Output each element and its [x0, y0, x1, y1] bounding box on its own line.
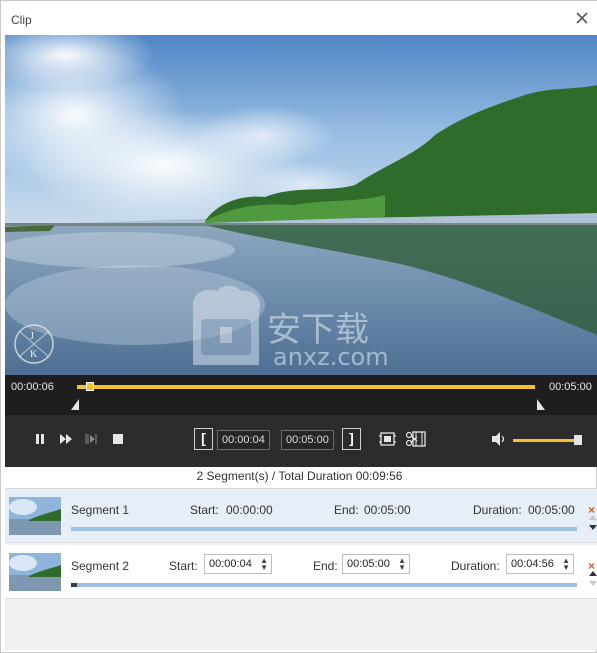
end-label: End:	[334, 503, 359, 517]
duration-value: 00:05:00	[528, 503, 575, 517]
timeline: 00:00:06 00:05:00	[5, 375, 597, 415]
move-down-icon[interactable]	[589, 525, 597, 530]
start-label: Start:	[169, 559, 198, 573]
video-preview[interactable]: J K 安下载 anxz.com	[5, 35, 597, 375]
pause-icon[interactable]	[35, 433, 45, 445]
segment-row[interactable]: Segment 2 Start: 00:00:04 ▲ ▼ End: 00:05:…	[5, 545, 597, 599]
window-title: Clip	[11, 13, 32, 27]
title-bar: Clip	[1, 1, 597, 35]
end-marker-icon[interactable]	[537, 399, 545, 410]
stop-icon[interactable]	[113, 434, 124, 445]
move-down-icon	[589, 581, 597, 586]
volume-icon[interactable]	[491, 431, 507, 447]
next-frame-icon[interactable]	[85, 433, 98, 445]
timeline-fill	[77, 385, 535, 389]
start-time-box[interactable]: 00:00:04	[217, 430, 270, 450]
segment-thumbnail	[9, 553, 61, 591]
move-up-icon	[589, 515, 597, 520]
split-clip-icon[interactable]	[405, 430, 427, 448]
svg-text:anxz.com: anxz.com	[273, 343, 389, 371]
duration-label: Duration:	[451, 559, 500, 573]
film-clip-icon[interactable]	[379, 431, 397, 447]
end-value: 00:05:00	[364, 503, 411, 517]
spinner-arrows-icon[interactable]: ▲ ▼	[398, 557, 406, 572]
start-marker-icon[interactable]	[71, 399, 79, 410]
segment-thumbnail	[9, 497, 61, 535]
set-end-button[interactable]: ]	[342, 428, 361, 450]
volume-knob[interactable]	[574, 435, 582, 445]
timeline-playhead[interactable]	[86, 382, 94, 391]
move-up-icon[interactable]	[589, 571, 597, 576]
start-time-input[interactable]: 00:00:04 ▲ ▼	[204, 554, 272, 574]
spinner-arrows-icon[interactable]: ▲ ▼	[260, 557, 268, 572]
spinner-arrows-icon[interactable]: ▲ ▼	[562, 557, 570, 572]
duration-input[interactable]: 00:04:56 ▲ ▼	[506, 554, 574, 574]
total-time: 00:05:00	[549, 381, 592, 393]
end-label: End:	[313, 559, 338, 573]
duration-label: Duration:	[473, 503, 522, 517]
segment-range-bar	[71, 583, 577, 587]
segment-row[interactable]: Segment 1 Start: 00:00:00 End: 00:05:00 …	[5, 489, 597, 543]
end-time-input[interactable]: 00:05:00 ▲ ▼	[342, 554, 410, 574]
segment-list: Segment 1 Start: 00:00:00 End: 00:05:00 …	[5, 488, 597, 650]
video-frame: J K 安下载 anxz.com	[5, 35, 597, 375]
start-value: 00:00:00	[226, 503, 273, 517]
close-icon[interactable]	[574, 10, 590, 26]
svg-text:K: K	[30, 349, 38, 360]
segment-name: Segment 1	[71, 503, 130, 517]
svg-text:J: J	[30, 331, 34, 342]
start-label: Start:	[190, 503, 219, 517]
end-time-box[interactable]: 00:05:00	[281, 430, 334, 450]
volume-slider[interactable]	[513, 439, 577, 442]
set-start-button[interactable]: [	[194, 428, 213, 450]
segment-name: Segment 2	[71, 559, 130, 573]
playback-controls: [ 00:00:04 00:05:00 ]	[5, 415, 597, 467]
timeline-track[interactable]	[77, 382, 535, 391]
fast-forward-icon[interactable]	[60, 433, 73, 445]
current-time: 00:00:06	[11, 381, 54, 393]
segment-range-bar	[71, 527, 577, 531]
segment-summary: 2 Segment(s) / Total Duration 00:09:56	[196, 469, 403, 483]
segment-range-start	[71, 583, 77, 587]
clip-window: Clip J K 安下载 anxz.com 00:00:06 00:05:00 …	[0, 0, 597, 653]
